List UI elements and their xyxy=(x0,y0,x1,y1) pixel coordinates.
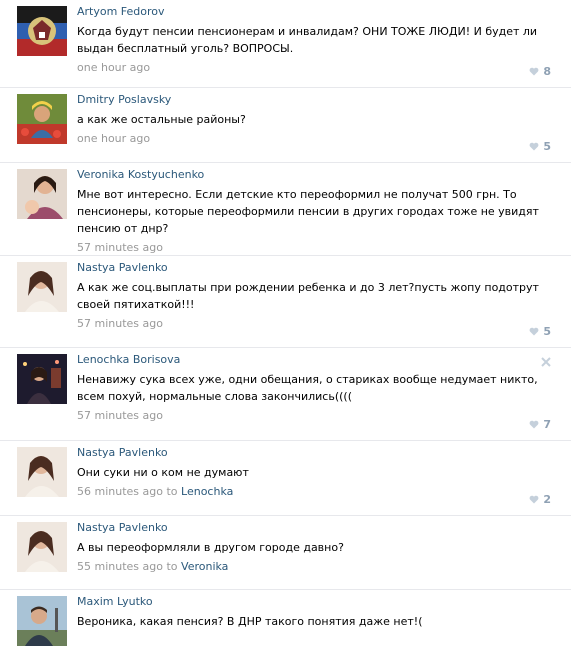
comment-meta: 57 minutes ago xyxy=(77,241,553,255)
author-link[interactable]: Lenochka Borisova xyxy=(77,353,180,367)
comment-body: Veronika Kostyuchenko Мне вот интересно.… xyxy=(77,168,553,255)
comment-meta: one hour ago xyxy=(77,132,553,146)
comment-body: Nastya Pavlenko Они суки ни о ком не дум… xyxy=(77,446,553,499)
author-link[interactable]: Artyom Fedorov xyxy=(77,5,165,19)
comment-item: Veronika Kostyuchenko Мне вот интересно.… xyxy=(0,163,571,256)
comment-item: Nastya Pavlenko А как же соц.выплаты при… xyxy=(0,256,571,348)
comment-text: Ненавижу сука всех уже, одни обещания, о… xyxy=(77,373,538,403)
close-icon xyxy=(541,357,551,367)
comment-meta: 57 minutes ago xyxy=(77,409,553,423)
avatar[interactable] xyxy=(17,522,67,572)
heart-icon xyxy=(529,495,539,504)
reply-to-label: to xyxy=(166,485,178,498)
comment-meta: 57 minutes ago xyxy=(77,317,553,331)
comment-time[interactable]: one hour ago xyxy=(77,132,150,145)
comment-text: А вы переоформляли в другом городе давно… xyxy=(77,541,344,554)
man-outdoors-avatar-icon xyxy=(17,596,67,646)
reply-to-link[interactable]: Veronika xyxy=(181,560,228,574)
like-count: 5 xyxy=(543,140,551,153)
comment-time[interactable]: 57 minutes ago xyxy=(77,317,163,330)
comment-item: Maxim Lyutko Вероника, какая пенсия? В Д… xyxy=(0,590,571,665)
woman-at-night-avatar-icon xyxy=(17,354,67,404)
avatar[interactable] xyxy=(17,262,67,312)
comment-item: Dmitry Poslavsky а как же остальные райо… xyxy=(0,88,571,163)
comment-meta: one hour ago xyxy=(77,61,553,75)
author-link[interactable]: Nastya Pavlenko xyxy=(77,261,168,275)
comment-item: Artyom Fedorov Когда будут пенсии пенсио… xyxy=(0,0,571,88)
delete-button[interactable] xyxy=(541,357,551,370)
avatar[interactable] xyxy=(17,169,67,219)
comment-text: Вероника, какая пенсия? В ДНР такого пон… xyxy=(77,615,423,628)
avatar[interactable] xyxy=(17,94,67,144)
author-link[interactable]: Nastya Pavlenko xyxy=(77,446,168,460)
author-link[interactable]: Nastya Pavlenko xyxy=(77,521,168,535)
like-button[interactable]: 8 xyxy=(529,65,551,78)
like-count: 5 xyxy=(543,325,551,338)
comment-time[interactable]: 55 minutes ago xyxy=(77,560,163,573)
comment-item: Nastya Pavlenko А вы переоформляли в дру… xyxy=(0,516,571,590)
comment-text: Мне вот интересно. Если детские кто пере… xyxy=(77,188,539,235)
like-count: 8 xyxy=(543,65,551,78)
like-count: 7 xyxy=(543,418,551,431)
heart-icon xyxy=(529,67,539,76)
comment-item: Lenochka Borisova Ненавижу сука всех уже… xyxy=(0,348,571,441)
like-button[interactable]: 5 xyxy=(529,140,551,153)
author-link[interactable]: Veronika Kostyuchenko xyxy=(77,168,204,182)
woman-with-child-avatar-icon xyxy=(17,169,67,219)
like-button[interactable]: 2 xyxy=(529,493,551,506)
flag-emblem-avatar-icon xyxy=(17,6,67,56)
avatar[interactable] xyxy=(17,447,67,497)
like-count: 2 xyxy=(543,493,551,506)
comment-time[interactable]: 56 minutes ago xyxy=(77,485,163,498)
woman-portrait-avatar-icon xyxy=(17,447,67,497)
heart-icon xyxy=(529,420,539,429)
avatar[interactable] xyxy=(17,354,67,404)
reply-to-label: to xyxy=(166,560,178,573)
comment-meta: 56 minutes ago to Lenochka xyxy=(77,485,553,499)
comment-text: Когда будут пенсии пенсионерам и инвалид… xyxy=(77,25,538,55)
author-link[interactable]: Maxim Lyutko xyxy=(77,595,153,609)
comment-body: Nastya Pavlenko А вы переоформляли в дру… xyxy=(77,521,553,574)
comment-meta: 55 minutes ago to Veronika xyxy=(77,560,553,574)
woman-portrait-avatar-icon xyxy=(17,522,67,572)
author-link[interactable]: Dmitry Poslavsky xyxy=(77,93,171,107)
avatar[interactable] xyxy=(17,6,67,56)
comment-time[interactable]: one hour ago xyxy=(77,61,150,74)
comment-text: а как же остальные районы? xyxy=(77,113,246,126)
comments-list: Artyom Fedorov Когда будут пенсии пенсио… xyxy=(0,0,571,665)
reply-to-link[interactable]: Lenochka xyxy=(181,485,233,499)
comment-body: Lenochka Borisova Ненавижу сука всех уже… xyxy=(77,353,553,423)
comment-body: Dmitry Poslavsky а как же остальные райо… xyxy=(77,93,553,146)
heart-icon xyxy=(529,327,539,336)
like-button[interactable]: 7 xyxy=(529,418,551,431)
comment-time[interactable]: 57 minutes ago xyxy=(77,241,163,254)
like-button[interactable]: 5 xyxy=(529,325,551,338)
comment-text: Они суки ни о ком не думают xyxy=(77,466,249,479)
comment-body: Maxim Lyutko Вероника, какая пенсия? В Д… xyxy=(77,595,553,630)
person-with-flowers-avatar-icon xyxy=(17,94,67,144)
woman-portrait-avatar-icon xyxy=(17,262,67,312)
comment-body: Artyom Fedorov Когда будут пенсии пенсио… xyxy=(77,5,553,75)
comment-item: Nastya Pavlenko Они суки ни о ком не дум… xyxy=(0,441,571,516)
heart-icon xyxy=(529,142,539,151)
avatar[interactable] xyxy=(17,596,67,646)
comment-time[interactable]: 57 minutes ago xyxy=(77,409,163,422)
comment-text: А как же соц.выплаты при рождении ребенк… xyxy=(77,281,539,311)
comment-body: Nastya Pavlenko А как же соц.выплаты при… xyxy=(77,261,553,331)
